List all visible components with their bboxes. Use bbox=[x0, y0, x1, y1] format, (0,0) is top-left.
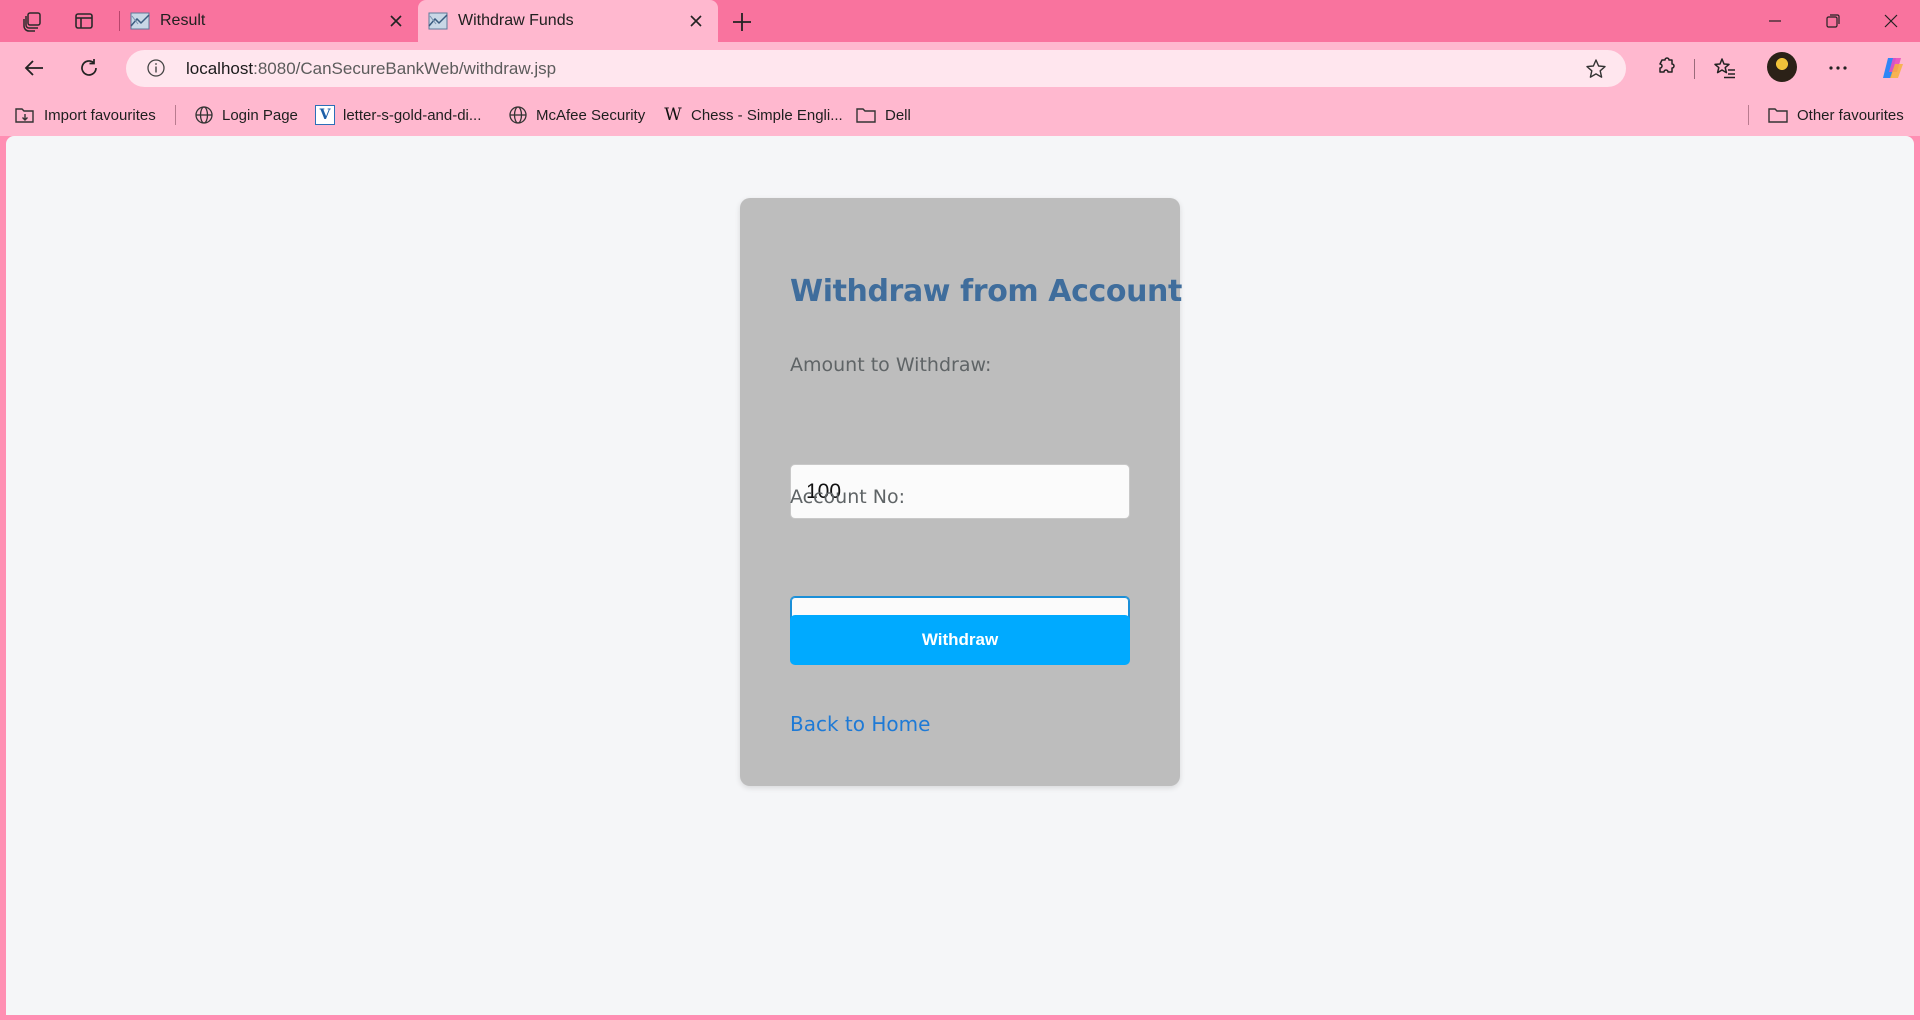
page-title: Withdraw from Account bbox=[790, 274, 1182, 309]
vertical-tabs-icon[interactable] bbox=[72, 9, 96, 33]
minimize-icon[interactable] bbox=[1752, 0, 1798, 42]
tab-title: Withdraw Funds bbox=[458, 12, 574, 29]
bookmark-letter-s-gold[interactable]: V letter-s-gold-and-di... bbox=[315, 103, 481, 127]
folder-icon bbox=[856, 108, 876, 123]
url-text[interactable]: localhost:8080/CanSecureBankWeb/withdraw… bbox=[186, 59, 556, 79]
wikipedia-icon: W bbox=[664, 105, 682, 125]
page-favicon-icon bbox=[130, 12, 150, 30]
bookmark-label: Login Page bbox=[222, 106, 298, 124]
bookmark-other-favourites[interactable]: Other favourites bbox=[1767, 103, 1904, 127]
close-tab-icon[interactable] bbox=[386, 11, 406, 31]
close-tab-icon[interactable] bbox=[686, 11, 706, 31]
account-number-label: Account No: bbox=[790, 486, 905, 508]
tab-withdraw-funds[interactable]: Withdraw Funds bbox=[418, 0, 718, 42]
bookmarks-bar: Import favourites Login Page V letter-s-… bbox=[0, 94, 1920, 136]
close-window-icon[interactable] bbox=[1868, 0, 1914, 42]
withdraw-form-card: Withdraw from Account Amount to Withdraw… bbox=[740, 198, 1182, 786]
globe-icon bbox=[195, 106, 213, 124]
restore-icon[interactable] bbox=[1810, 0, 1856, 42]
page-favicon-icon bbox=[428, 12, 448, 30]
extensions-icon[interactable] bbox=[1650, 53, 1680, 83]
bookmark-label: Other favourites bbox=[1797, 106, 1904, 124]
tab-title: Result bbox=[160, 12, 206, 29]
bookmark-label: letter-s-gold-and-di... bbox=[343, 106, 482, 124]
tab-result[interactable]: Result bbox=[120, 0, 418, 42]
profile-avatar[interactable] bbox=[1767, 52, 1797, 82]
bookmark-label: Dell bbox=[885, 106, 911, 124]
url-path: :8080/CanSecureBankWeb/withdraw.jsp bbox=[253, 59, 557, 78]
favourites-icon[interactable] bbox=[1710, 53, 1740, 83]
v-logo-icon: V bbox=[315, 105, 335, 125]
bookmark-login-page[interactable]: Login Page bbox=[194, 103, 298, 127]
bookmark-label: McAfee Security bbox=[536, 106, 646, 124]
back-to-home-link[interactable]: Back to Home bbox=[790, 712, 930, 736]
workspaces-icon[interactable] bbox=[20, 9, 44, 33]
bookmark-label: Import favourites bbox=[44, 106, 156, 124]
bookmark-mcafee-security[interactable]: McAfee Security bbox=[508, 103, 645, 127]
copilot-icon[interactable] bbox=[1878, 53, 1908, 83]
bookmark-divider bbox=[175, 105, 176, 125]
withdraw-button[interactable]: Withdraw bbox=[790, 615, 1130, 665]
bookmark-label: Chess - Simple Engli... bbox=[691, 106, 843, 124]
amount-label: Amount to Withdraw: bbox=[790, 354, 992, 376]
url-host: localhost bbox=[186, 59, 254, 78]
bookmark-import-favourites[interactable]: Import favourites bbox=[14, 103, 156, 127]
tab-bar: Result Withdraw Funds bbox=[0, 0, 1920, 42]
page-viewport: Withdraw from Account Amount to Withdraw… bbox=[6, 136, 1914, 1015]
more-options-icon[interactable] bbox=[1823, 53, 1853, 83]
favourite-star-icon[interactable] bbox=[1584, 57, 1608, 81]
navigation-bar: localhost:8080/CanSecureBankWeb/withdraw… bbox=[0, 42, 1920, 94]
import-icon bbox=[15, 108, 34, 123]
folder-icon bbox=[1768, 108, 1788, 123]
toolbar-divider bbox=[1694, 59, 1695, 79]
refresh-icon[interactable] bbox=[74, 53, 104, 83]
back-arrow-icon[interactable] bbox=[19, 53, 49, 83]
new-tab-icon[interactable] bbox=[729, 9, 755, 35]
bookmark-chess[interactable]: W Chess - Simple Engli... bbox=[663, 103, 843, 127]
site-info-icon[interactable] bbox=[146, 58, 166, 78]
address-bar[interactable]: localhost:8080/CanSecureBankWeb/withdraw… bbox=[126, 50, 1626, 87]
bookmark-dell[interactable]: Dell bbox=[855, 103, 911, 127]
bookmark-divider bbox=[1748, 105, 1749, 125]
globe-icon bbox=[509, 106, 527, 124]
